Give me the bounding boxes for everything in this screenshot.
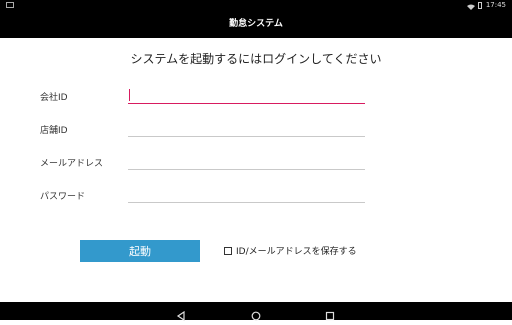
- app-title: 勤怠システム: [229, 19, 283, 29]
- password-label: パスワード: [40, 192, 86, 202]
- login-form: システムを起動するにはログインしてください 会社ID 店舗ID メールアドレス …: [0, 38, 512, 302]
- app-header: 勤怠システム: [0, 11, 512, 38]
- back-icon[interactable]: [176, 306, 186, 322]
- notification-icon: [6, 2, 14, 8]
- email-row: メールアドレス: [0, 146, 512, 176]
- save-credentials-option[interactable]: ID/メールアドレスを保存する: [224, 244, 357, 257]
- email-label: メールアドレス: [40, 159, 104, 169]
- store-id-row: 店舗ID: [0, 113, 512, 143]
- save-credentials-label: ID/メールアドレスを保存する: [236, 247, 357, 257]
- status-bar: 17:45: [0, 0, 512, 11]
- navigation-bar: [0, 302, 512, 322]
- company-id-row: 会社ID: [0, 80, 512, 110]
- start-button[interactable]: 起動: [80, 240, 200, 262]
- battery-icon: [477, 2, 482, 9]
- company-id-label: 会社ID: [40, 93, 68, 103]
- text-cursor: [129, 89, 130, 101]
- store-id-input[interactable]: [128, 119, 365, 137]
- status-time: 17:45: [485, 1, 506, 9]
- password-row: パスワード: [0, 179, 512, 209]
- login-heading: システムを起動するにはログインしてください: [130, 52, 382, 66]
- store-id-label: 店舗ID: [40, 126, 68, 136]
- company-id-input[interactable]: [128, 86, 365, 104]
- password-input[interactable]: [128, 185, 365, 203]
- save-credentials-checkbox[interactable]: [224, 246, 232, 255]
- email-input[interactable]: [128, 152, 365, 170]
- status-icons: 17:45: [466, 0, 506, 11]
- recent-apps-icon[interactable]: [325, 306, 335, 321]
- wifi-icon: [466, 3, 475, 10]
- home-icon[interactable]: [251, 306, 261, 321]
